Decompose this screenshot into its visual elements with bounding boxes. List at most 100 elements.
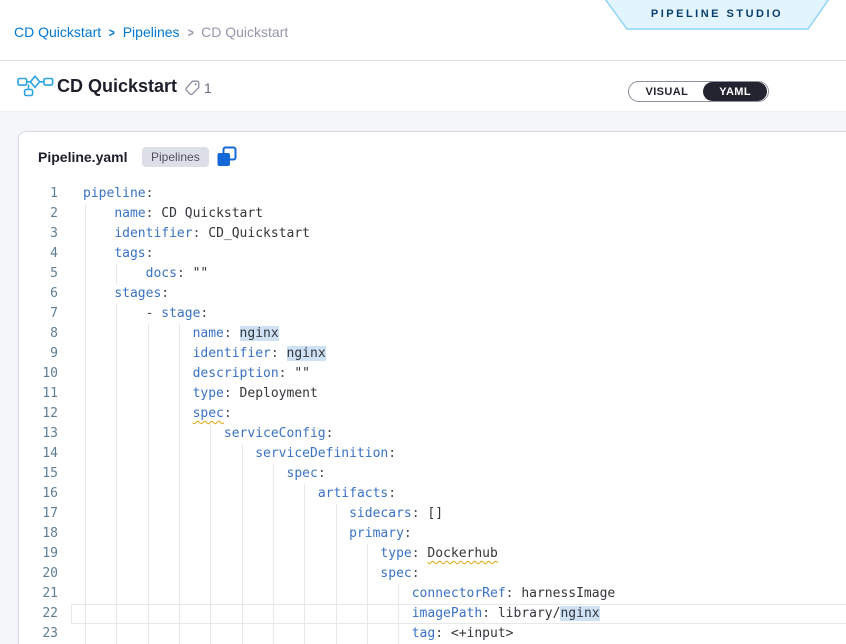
yaml-value: library/ [498,606,561,621]
indent-guide [85,484,86,504]
indent-guide [148,484,149,504]
indent-guide [179,624,180,644]
indent-guide [179,484,180,504]
indent-guide [179,604,180,624]
indent-guide [85,624,86,644]
line-content: docs: "" [63,264,846,284]
indent-guide [85,504,86,524]
indent-guide [85,464,86,484]
indent-guide [116,484,117,504]
yaml-key: artifacts [318,486,388,501]
yaml-line[interactable]: 17 sidecars: [] [19,504,846,524]
indent-guide [85,384,86,404]
yaml-line[interactable]: 23 tag: <+input> [19,624,846,644]
line-content: identifier: nginx [63,344,846,364]
yaml-line[interactable]: 10 description: "" [19,364,846,384]
indent-guide [304,624,305,644]
indent-guide [367,624,368,644]
indent-guide [210,544,211,564]
indent-guide [85,544,86,564]
yaml-line[interactable]: 8 name: nginx [19,324,846,344]
toggle-option-yaml[interactable]: YAML [703,82,767,101]
indent-guide [179,424,180,444]
file-name: Pipeline.yaml [38,149,127,165]
indent-guide [116,564,117,584]
page-title: CD Quickstart [57,76,177,97]
indent-guide [179,324,180,344]
yaml-key: tags [114,246,145,261]
indent-guide [116,504,117,524]
yaml-key: serviceDefinition [255,446,388,461]
yaml-line[interactable]: 3 identifier: CD_Quickstart [19,224,846,244]
line-number: 4 [19,244,63,264]
indent-guide [242,484,243,504]
yaml-line[interactable]: 2 name: CD Quickstart [19,204,846,224]
indent-guide [179,584,180,604]
studio-tab-label: PIPELINE STUDIO [604,0,830,28]
yaml-editor[interactable]: 1pipeline:2 name: CD Quickstart3 identif… [19,184,846,644]
yaml-line[interactable]: 19 type: Dockerhub [19,544,846,564]
line-content: - stage: [63,304,846,324]
yaml-value: nginx [287,346,326,361]
line-content: serviceDefinition: [63,444,846,464]
yaml-line[interactable]: 21 connectorRef: harnessImage [19,584,846,604]
yaml-line[interactable]: 22 imagePath: library/nginx [19,604,846,624]
yaml-key: type [193,386,224,401]
indent-guide [210,464,211,484]
line-number: 9 [19,344,63,364]
yaml-line[interactable]: 20 spec: [19,564,846,584]
indent-guide [116,324,117,344]
breadcrumb: CD Quickstart>Pipelines>CD Quickstart [14,24,288,40]
line-number: 8 [19,324,63,344]
yaml-line[interactable]: 7 - stage: [19,304,846,324]
yaml-line[interactable]: 9 identifier: nginx [19,344,846,364]
line-content: tags: [63,244,846,264]
yaml-line[interactable]: 14 serviceDefinition: [19,444,846,464]
yaml-line[interactable]: 18 primary: [19,524,846,544]
indent-guide [336,604,337,624]
line-number: 15 [19,464,63,484]
indent-guide [210,424,211,444]
breadcrumb-item[interactable]: Pipelines [123,24,180,40]
indent-guide [85,604,86,624]
yaml-line[interactable]: 12 spec: [19,404,846,424]
yaml-line[interactable]: 15 spec: [19,464,846,484]
indent-guide [210,524,211,544]
toggle-option-visual[interactable]: VISUAL [630,83,703,100]
indent-guide [179,564,180,584]
indent-guide [85,584,86,604]
line-number: 16 [19,484,63,504]
indent-guide [367,584,368,604]
indent-guide [242,504,243,524]
yaml-line[interactable]: 5 docs: "" [19,264,846,284]
indent-guide [210,584,211,604]
indent-guide [116,624,117,644]
yaml-line[interactable]: 16 artifacts: [19,484,846,504]
breadcrumb-item[interactable]: CD Quickstart [14,24,101,40]
yaml-key: imagePath [412,606,482,621]
line-content: name: CD Quickstart [63,204,846,224]
copy-icon[interactable] [215,145,239,169]
indent-guide [148,564,149,584]
line-content: type: Dockerhub [63,544,846,564]
yaml-line[interactable]: 11 type: Deployment [19,384,846,404]
indent-guide [336,564,337,584]
yaml-key: description [193,366,279,381]
line-number: 19 [19,544,63,564]
indent-guide [304,604,305,624]
line-number: 3 [19,224,63,244]
indent-guide [367,604,368,624]
yaml-line[interactable]: 13 serviceConfig: [19,424,846,444]
line-content: sidecars: [] [63,504,846,524]
yaml-line[interactable]: 4 tags: [19,244,846,264]
yaml-lines: 1pipeline:2 name: CD Quickstart3 identif… [19,184,846,644]
indent-guide [179,524,180,544]
line-content: artifacts: [63,484,846,504]
yaml-line[interactable]: 6 stages: [19,284,846,304]
indent-guide [273,564,274,584]
yaml-line[interactable]: 1pipeline: [19,184,846,204]
indent-guide [85,344,86,364]
indent-guide [116,344,117,364]
yaml-key: pipeline [83,186,146,201]
indent-guide [148,404,149,424]
